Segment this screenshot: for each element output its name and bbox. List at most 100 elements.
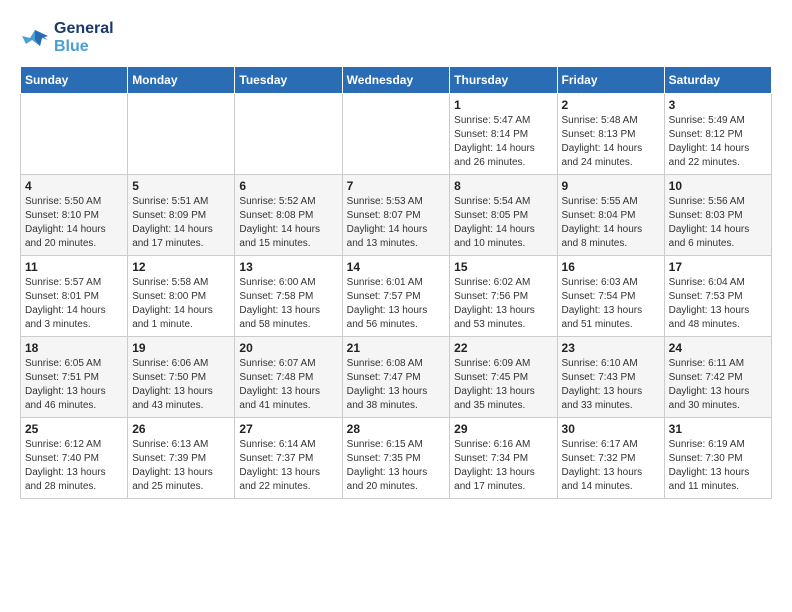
calendar-cell bbox=[128, 94, 235, 175]
calendar-cell bbox=[342, 94, 450, 175]
calendar-cell: 7 Sunrise: 5:53 AM Sunset: 8:07 PM Daylig… bbox=[342, 175, 450, 256]
day-number: 25 bbox=[25, 422, 123, 436]
column-header-saturday: Saturday bbox=[664, 67, 771, 94]
day-number: 11 bbox=[25, 260, 123, 274]
calendar-week-row: 25 Sunrise: 6:12 AM Sunset: 7:40 PM Dayli… bbox=[21, 418, 772, 499]
calendar-cell: 3 Sunrise: 5:49 AM Sunset: 8:12 PM Daylig… bbox=[664, 94, 771, 175]
calendar-cell: 6 Sunrise: 5:52 AM Sunset: 8:08 PM Daylig… bbox=[235, 175, 342, 256]
calendar-week-row: 4 Sunrise: 5:50 AM Sunset: 8:10 PM Daylig… bbox=[21, 175, 772, 256]
day-number: 12 bbox=[132, 260, 230, 274]
day-info: Sunrise: 6:01 AM Sunset: 7:57 PM Dayligh… bbox=[347, 276, 446, 332]
day-number: 28 bbox=[347, 422, 446, 436]
calendar-cell: 9 Sunrise: 5:55 AM Sunset: 8:04 PM Daylig… bbox=[557, 175, 664, 256]
column-header-wednesday: Wednesday bbox=[342, 67, 450, 94]
calendar-cell: 22Sunrise: 6:09 AM Sunset: 7:45 PM Dayli… bbox=[450, 337, 557, 418]
calendar-cell: 30 Sunrise: 6:17 AM Sunset: 7:32 PM Dayli… bbox=[557, 418, 664, 499]
calendar-cell: 4 Sunrise: 5:50 AM Sunset: 8:10 PM Daylig… bbox=[21, 175, 128, 256]
day-info: Sunrise: 5:52 AM Sunset: 8:08 PM Dayligh… bbox=[239, 195, 337, 251]
calendar-cell: 17 Sunrise: 6:04 AM Sunset: 7:53 PM Dayli… bbox=[664, 256, 771, 337]
day-number: 10 bbox=[669, 179, 767, 193]
day-info: Sunrise: 5:49 AM Sunset: 8:12 PM Dayligh… bbox=[669, 114, 767, 170]
day-info: Sunrise: 6:02 AM Sunset: 7:56 PM Dayligh… bbox=[454, 276, 552, 332]
day-number: 7 bbox=[347, 179, 446, 193]
calendar-cell: 2 Sunrise: 5:48 AM Sunset: 8:13 PM Daylig… bbox=[557, 94, 664, 175]
day-info: Sunrise: 5:57 AM Sunset: 8:01 PM Dayligh… bbox=[25, 276, 123, 332]
day-number: 2 bbox=[562, 98, 660, 112]
day-info: Sunrise: 6:13 AM Sunset: 7:39 PM Dayligh… bbox=[132, 438, 230, 494]
day-number: 27 bbox=[239, 422, 337, 436]
day-number: 6 bbox=[239, 179, 337, 193]
day-info: Sunrise: 6:14 AM Sunset: 7:37 PM Dayligh… bbox=[239, 438, 337, 494]
column-header-tuesday: Tuesday bbox=[235, 67, 342, 94]
day-info: Sunrise: 5:47 AM Sunset: 8:14 PM Dayligh… bbox=[454, 114, 552, 170]
column-header-thursday: Thursday bbox=[450, 67, 557, 94]
day-info: Sunrise: 5:48 AM Sunset: 8:13 PM Dayligh… bbox=[562, 114, 660, 170]
day-info: Sunrise: 6:10 AM Sunset: 7:43 PM Dayligh… bbox=[562, 357, 660, 413]
day-number: 19 bbox=[132, 341, 230, 355]
day-info: Sunrise: 5:53 AM Sunset: 8:07 PM Dayligh… bbox=[347, 195, 446, 251]
day-number: 15 bbox=[454, 260, 552, 274]
day-number: 30 bbox=[562, 422, 660, 436]
calendar-cell: 1 Sunrise: 5:47 AM Sunset: 8:14 PM Daylig… bbox=[450, 94, 557, 175]
day-info: Sunrise: 5:58 AM Sunset: 8:00 PM Dayligh… bbox=[132, 276, 230, 332]
day-info: Sunrise: 5:56 AM Sunset: 8:03 PM Dayligh… bbox=[669, 195, 767, 251]
day-info: Sunrise: 5:51 AM Sunset: 8:09 PM Dayligh… bbox=[132, 195, 230, 251]
day-number: 4 bbox=[25, 179, 123, 193]
logo-text: General Blue bbox=[54, 20, 114, 56]
day-info: Sunrise: 6:07 AM Sunset: 7:48 PM Dayligh… bbox=[239, 357, 337, 413]
day-info: Sunrise: 5:55 AM Sunset: 8:04 PM Dayligh… bbox=[562, 195, 660, 251]
day-info: Sunrise: 6:11 AM Sunset: 7:42 PM Dayligh… bbox=[669, 357, 767, 413]
calendar-week-row: 11 Sunrise: 5:57 AM Sunset: 8:01 PM Dayli… bbox=[21, 256, 772, 337]
calendar-week-row: 1 Sunrise: 5:47 AM Sunset: 8:14 PM Daylig… bbox=[21, 94, 772, 175]
calendar-cell: 28Sunrise: 6:15 AM Sunset: 7:35 PM Dayli… bbox=[342, 418, 450, 499]
day-info: Sunrise: 6:09 AM Sunset: 7:45 PM Dayligh… bbox=[454, 357, 552, 413]
calendar-cell: 29 Sunrise: 6:16 AM Sunset: 7:34 PM Dayli… bbox=[450, 418, 557, 499]
day-number: 9 bbox=[562, 179, 660, 193]
day-info: Sunrise: 5:50 AM Sunset: 8:10 PM Dayligh… bbox=[25, 195, 123, 251]
calendar-cell: 8Sunrise: 5:54 AM Sunset: 8:05 PM Daylig… bbox=[450, 175, 557, 256]
column-header-sunday: Sunday bbox=[21, 67, 128, 94]
calendar-header-row: SundayMondayTuesdayWednesdayThursdayFrid… bbox=[21, 67, 772, 94]
calendar-cell: 31 Sunrise: 6:19 AM Sunset: 7:30 PM Dayli… bbox=[664, 418, 771, 499]
day-info: Sunrise: 6:00 AM Sunset: 7:58 PM Dayligh… bbox=[239, 276, 337, 332]
day-number: 26 bbox=[132, 422, 230, 436]
day-info: Sunrise: 6:12 AM Sunset: 7:40 PM Dayligh… bbox=[25, 438, 123, 494]
calendar-cell: 20 Sunrise: 6:07 AM Sunset: 7:48 PM Dayli… bbox=[235, 337, 342, 418]
calendar-cell: 24 Sunrise: 6:11 AM Sunset: 7:42 PM Dayli… bbox=[664, 337, 771, 418]
day-number: 21 bbox=[347, 341, 446, 355]
day-number: 31 bbox=[669, 422, 767, 436]
calendar-cell: 5 Sunrise: 5:51 AM Sunset: 8:09 PM Daylig… bbox=[128, 175, 235, 256]
day-number: 23 bbox=[562, 341, 660, 355]
calendar-cell bbox=[21, 94, 128, 175]
day-number: 18 bbox=[25, 341, 123, 355]
page-header: General Blue bbox=[20, 20, 772, 56]
calendar-cell: 13 Sunrise: 6:00 AM Sunset: 7:58 PM Dayli… bbox=[235, 256, 342, 337]
calendar-cell bbox=[235, 94, 342, 175]
day-number: 17 bbox=[669, 260, 767, 274]
day-info: Sunrise: 6:16 AM Sunset: 7:34 PM Dayligh… bbox=[454, 438, 552, 494]
calendar-cell: 10 Sunrise: 5:56 AM Sunset: 8:03 PM Dayli… bbox=[664, 175, 771, 256]
day-info: Sunrise: 6:19 AM Sunset: 7:30 PM Dayligh… bbox=[669, 438, 767, 494]
day-number: 1 bbox=[454, 98, 552, 112]
day-number: 29 bbox=[454, 422, 552, 436]
calendar-cell: 27 Sunrise: 6:14 AM Sunset: 7:37 PM Dayli… bbox=[235, 418, 342, 499]
day-number: 8 bbox=[454, 179, 552, 193]
day-number: 14 bbox=[347, 260, 446, 274]
logo-icon bbox=[20, 26, 50, 50]
calendar-cell: 23 Sunrise: 6:10 AM Sunset: 7:43 PM Dayli… bbox=[557, 337, 664, 418]
calendar-cell: 25 Sunrise: 6:12 AM Sunset: 7:40 PM Dayli… bbox=[21, 418, 128, 499]
calendar-cell: 19Sunrise: 6:06 AM Sunset: 7:50 PM Dayli… bbox=[128, 337, 235, 418]
day-info: Sunrise: 6:04 AM Sunset: 7:53 PM Dayligh… bbox=[669, 276, 767, 332]
day-info: Sunrise: 6:08 AM Sunset: 7:47 PM Dayligh… bbox=[347, 357, 446, 413]
day-number: 24 bbox=[669, 341, 767, 355]
day-number: 3 bbox=[669, 98, 767, 112]
day-info: Sunrise: 6:17 AM Sunset: 7:32 PM Dayligh… bbox=[562, 438, 660, 494]
day-number: 5 bbox=[132, 179, 230, 193]
calendar-cell: 18 Sunrise: 6:05 AM Sunset: 7:51 PM Dayli… bbox=[21, 337, 128, 418]
calendar-cell: 21 Sunrise: 6:08 AM Sunset: 7:47 PM Dayli… bbox=[342, 337, 450, 418]
day-number: 20 bbox=[239, 341, 337, 355]
calendar-cell: 12 Sunrise: 5:58 AM Sunset: 8:00 PM Dayli… bbox=[128, 256, 235, 337]
day-number: 13 bbox=[239, 260, 337, 274]
day-info: Sunrise: 6:05 AM Sunset: 7:51 PM Dayligh… bbox=[25, 357, 123, 413]
calendar-table: SundayMondayTuesdayWednesdayThursdayFrid… bbox=[20, 66, 772, 499]
